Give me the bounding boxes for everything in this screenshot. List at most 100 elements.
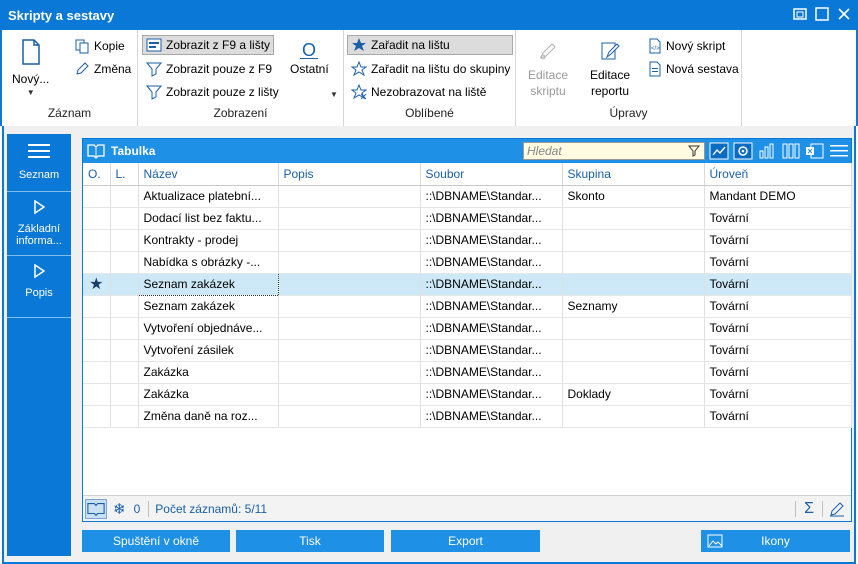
table-row[interactable]: Zakázka::\DBNAME\Standar... Tovární: [83, 361, 852, 384]
table-row[interactable]: ★ Seznam zakázek::\DBNAME\Standar... Továr…: [83, 272, 852, 296]
print-button[interactable]: Tisk: [236, 530, 384, 552]
cell-popis: [278, 273, 421, 296]
new-script-button[interactable]: </> Nový skript: [648, 38, 725, 54]
columns-icon[interactable]: [781, 142, 801, 160]
show-only-f9-button[interactable]: Zobrazit pouze z F9: [146, 61, 272, 77]
cell-popis: [278, 229, 421, 252]
table-row[interactable]: Změna daně na roz...::\DBNAME\Standar...…: [83, 405, 852, 428]
title-bar: Skripty a sestavy: [0, 0, 858, 30]
gear-icon[interactable]: [733, 142, 753, 160]
edit-script-button[interactable]: Editace skriptu: [528, 40, 568, 98]
other-label: Ostatní: [290, 62, 329, 76]
close-icon[interactable]: [836, 6, 852, 22]
table-panel: Tabulka Hledat O. L. Název Popis Soubor …: [82, 138, 852, 522]
other-button[interactable]: O Ostatní: [290, 40, 329, 76]
nav-item-seznam[interactable]: Seznam: [7, 134, 71, 192]
table-row[interactable]: Aktualizace platební...::\DBNAME\Standar…: [83, 185, 852, 208]
group-label-zaznam: Záznam: [47, 106, 92, 120]
show-f9-and-bar-button[interactable]: Zobrazit z F9 a lišty: [142, 35, 275, 55]
play-icon: [34, 263, 46, 279]
group-label-oblibene: Oblíbené: [405, 106, 454, 120]
cell-skupina: [562, 229, 705, 252]
cell-l: [110, 339, 139, 362]
icons-button[interactable]: Ikony: [701, 530, 850, 552]
nav-label-seznam: Seznam: [18, 169, 60, 181]
cell-soubor: ::\DBNAME\Standar...: [420, 229, 563, 252]
other-icon: O: [300, 40, 319, 60]
cell-skupina: [562, 339, 705, 362]
table-row[interactable]: Seznam zakázek::\DBNAME\Standar... Seznam…: [83, 295, 852, 318]
new-report-button[interactable]: Nová sestava: [648, 61, 739, 77]
edit-button[interactable]: Změna: [74, 61, 131, 77]
table-row[interactable]: Zakázka::\DBNAME\Standar... Doklady Továrn…: [83, 383, 852, 406]
column-header[interactable]: Skupina: [562, 163, 705, 186]
pencil-icon[interactable]: [829, 501, 845, 517]
table-row[interactable]: Vytvoření zásilek::\DBNAME\Standar... Tov…: [83, 339, 852, 362]
cell-popis: [278, 383, 421, 406]
cell-nazev: Aktualizace platební...: [138, 185, 279, 208]
copy-button[interactable]: Kopie: [74, 38, 125, 54]
cell-popis: [278, 317, 421, 340]
sum-icon[interactable]: Σ: [804, 500, 814, 518]
nav-label-zakladni-2: informa...: [16, 235, 62, 247]
table-row[interactable]: Vytvoření objednáve...::\DBNAME\Standar.…: [83, 317, 852, 340]
maximize-icon[interactable]: [814, 6, 830, 22]
svg-text:O: O: [302, 40, 316, 60]
edit-report-button[interactable]: Editace reportu: [590, 40, 630, 98]
cell-o: [83, 185, 111, 208]
add-to-bar-group-button[interactable]: Zařadit na lištu do skupiny: [351, 61, 510, 77]
new-label: Nový...: [12, 72, 50, 86]
show-only-bar-button[interactable]: Zobrazit pouze z lišty: [146, 84, 279, 100]
run-in-window-button[interactable]: Spuštění v okně: [82, 530, 230, 552]
export-button[interactable]: Export: [391, 530, 540, 552]
show-f9-and-bar-label: Zobrazit z F9 a lišty: [166, 38, 271, 52]
cell-uroven: Mandant DEMO: [704, 185, 852, 208]
restore-icon[interactable]: [792, 6, 808, 22]
new-script-label: Nový skript: [666, 39, 726, 53]
menu-icon[interactable]: [829, 142, 849, 160]
column-header[interactable]: Soubor: [420, 163, 563, 186]
snowflake-icon[interactable]: ❄: [113, 500, 126, 518]
nav-item-zakladni[interactable]: Základní informa...: [7, 192, 71, 256]
table-row[interactable]: Nabídka s obrázky -...::\DBNAME\Standar.…: [83, 251, 852, 274]
new-button[interactable]: Nový... ▼: [12, 38, 49, 97]
table-row[interactable]: Dodací list bez faktu...::\DBNAME\Standa…: [83, 207, 852, 230]
cell-l: [110, 229, 139, 252]
excel-export-icon[interactable]: [805, 142, 825, 160]
column-header[interactable]: Popis: [278, 163, 421, 186]
dropdown-arrow-icon: ▼: [26, 88, 35, 97]
hide-from-bar-button[interactable]: Nezobrazovat na liště: [351, 84, 486, 100]
book-icon: [87, 144, 105, 159]
table-row[interactable]: Kontrakty - prodej::\DBNAME\Standar... To…: [83, 229, 852, 252]
book-view-icon[interactable]: [85, 498, 107, 519]
search-input[interactable]: Hledat: [523, 142, 705, 160]
nav-item-popis[interactable]: Popis: [7, 256, 71, 318]
column-header[interactable]: Název: [138, 163, 279, 186]
cell-popis: [278, 339, 421, 362]
add-to-bar-button[interactable]: Zařadit na lištu: [347, 35, 513, 55]
cell-popis: [278, 251, 421, 274]
cell-l: [110, 273, 139, 296]
cell-popis: [278, 405, 421, 428]
chart-line-icon[interactable]: [709, 142, 729, 160]
cell-uroven: Tovární: [704, 273, 852, 296]
bar-chart-icon[interactable]: [757, 142, 777, 160]
cell-o: [83, 361, 111, 384]
column-header[interactable]: L.: [110, 163, 139, 186]
cell-popis: [278, 295, 421, 318]
record-count: Počet záznamů: 5/11: [155, 501, 268, 516]
icons-label: Ikony: [761, 534, 790, 548]
cell-uroven: Tovární: [704, 207, 852, 230]
add-to-bar-group-label: Zařadit na lištu do skupiny: [371, 62, 511, 76]
column-header[interactable]: O.: [83, 163, 111, 186]
panel-header: Tabulka Hledat: [83, 139, 851, 163]
column-header[interactable]: Úroveň: [704, 163, 852, 186]
cell-skupina: Skonto: [562, 185, 705, 208]
cell-soubor: ::\DBNAME\Standar...: [420, 405, 563, 428]
cell-o: [83, 405, 111, 428]
table-body: Aktualizace platební...::\DBNAME\Standar…: [83, 185, 852, 428]
filter-icon[interactable]: [688, 145, 700, 157]
cell-o: [83, 295, 111, 318]
cell-nazev: Dodací list bez faktu...: [138, 207, 279, 230]
pencil-icon: [76, 62, 89, 75]
